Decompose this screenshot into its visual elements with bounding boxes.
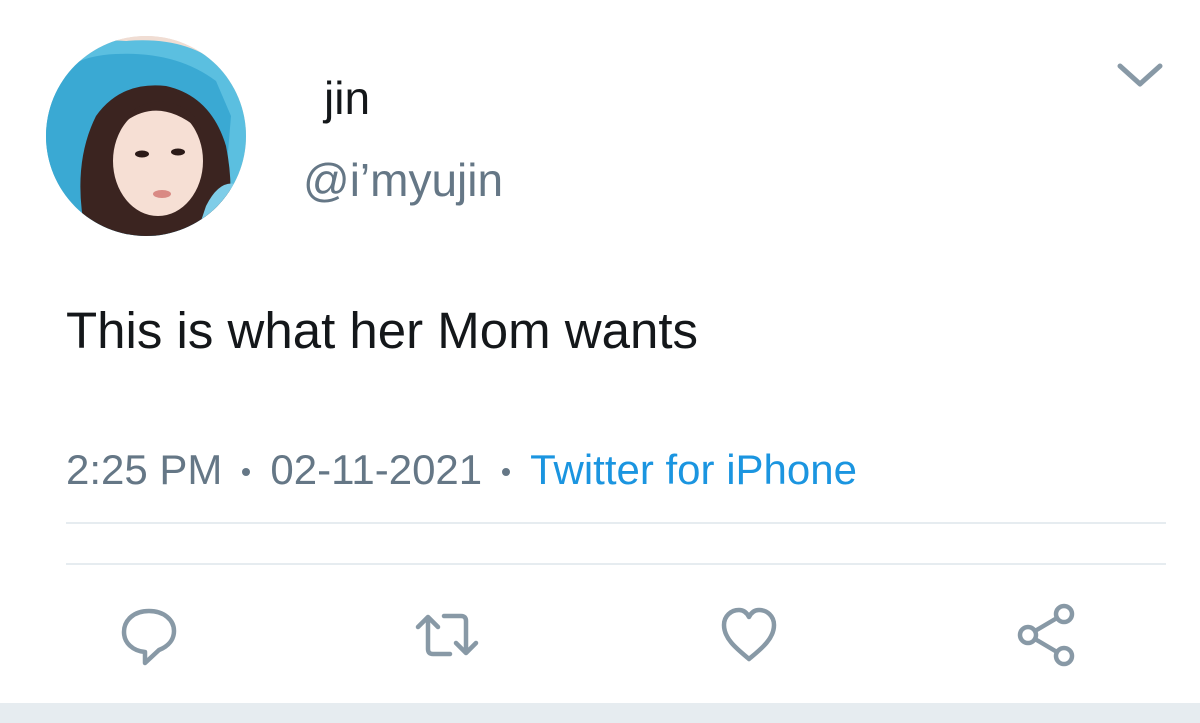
divider [66,522,1166,524]
chevron-down-icon[interactable] [1112,58,1168,94]
separator-dot [502,468,511,476]
share-button[interactable] [1010,598,1084,672]
retweet-icon [415,613,479,657]
avatar-image [46,36,246,236]
separator-dot [242,468,251,476]
tweet-text: This is what her Mom wants [66,302,699,359]
tweet-meta: 2:25 PM 02-11-2021 Twitter for iPhone [66,446,857,494]
divider [66,563,1166,565]
tweet-card: jin @i’myujin This is what her Mom wants… [0,0,1200,723]
bottom-separator [0,703,1200,723]
tweet-time: 2:25 PM [66,446,223,493]
heart-icon [721,607,777,662]
user-handle[interactable]: @i’myujin [303,154,503,206]
tweet-date: 02-11-2021 [270,446,483,493]
reply-button[interactable] [112,598,186,672]
reply-icon [121,608,177,666]
avatar[interactable] [46,36,246,236]
like-button[interactable] [712,598,786,672]
display-name[interactable]: jin [324,72,370,124]
tweet-source-link[interactable]: Twitter for iPhone [530,446,857,494]
share-icon [1017,603,1075,667]
retweet-button[interactable] [410,598,484,672]
